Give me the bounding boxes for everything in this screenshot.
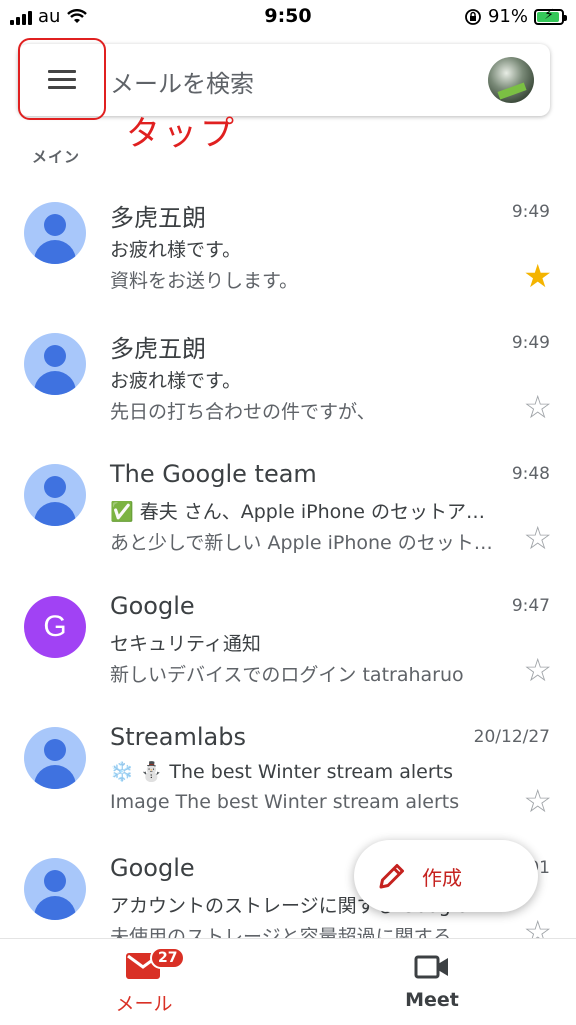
sender-avatar	[24, 202, 86, 264]
email-snippet: 資料をお送りします。	[110, 270, 299, 292]
pencil-icon	[379, 864, 404, 889]
email-time: 9:48	[511, 464, 550, 484]
email-subject: ✅ 春夫 さん、Apple iPhone のセットアップ	[110, 501, 500, 523]
email-time: 9:49	[511, 202, 550, 222]
status-right: 91% ⚡	[464, 6, 567, 27]
section-label: メイン	[32, 148, 81, 166]
compose-button[interactable]: 作成	[354, 840, 538, 912]
email-sender: 多虎五朗	[110, 204, 206, 232]
email-row[interactable]: 多虎五朗 9:49 お疲れ様です。 先日の打ち合わせの件ですが、 ☆	[0, 321, 576, 451]
email-row[interactable]: 多虎五朗 9:49 お疲れ様です。 資料をお送りします。 ★	[0, 190, 576, 320]
email-time: 20/12/27	[473, 727, 550, 747]
status-bar: au 9:50 91% ⚡	[0, 0, 576, 34]
email-sender: Google	[110, 854, 195, 882]
email-subject: ❄️ ⛄ The best Winter stream alerts	[110, 761, 453, 783]
email-snippet: Image The best Winter stream alerts	[110, 791, 460, 813]
star-outline-icon[interactable]: ☆	[523, 522, 552, 554]
tap-annotation: タップ	[126, 114, 237, 154]
sender-avatar	[24, 333, 86, 395]
email-row[interactable]: G Google 9:47 セキュリティ通知 新しいデバイスでのログイン tat…	[0, 584, 576, 714]
nav-mail[interactable]: 27 メール	[0, 939, 288, 1025]
compose-label: 作成	[422, 866, 462, 890]
star-outline-icon[interactable]: ☆	[523, 391, 552, 423]
email-snippet: 先日の打ち合わせの件ですが、	[110, 401, 376, 423]
email-sender: Streamlabs	[110, 723, 246, 751]
search-input[interactable]: メールを検索	[110, 64, 254, 99]
star-outline-icon[interactable]: ☆	[523, 654, 552, 686]
email-subject: お疲れ様です。	[110, 239, 242, 261]
battery-percent: 91%	[487, 6, 528, 27]
video-camera-icon	[414, 955, 448, 979]
bottom-nav: 27 メール Meet	[0, 938, 576, 1025]
nav-mail-label: メール	[115, 993, 173, 1015]
sender-avatar-letter: G	[24, 596, 86, 658]
sender-avatar	[24, 858, 86, 920]
email-snippet: あと少しで新しい Apple iPhone のセットアップ	[110, 532, 500, 554]
star-outline-icon[interactable]: ☆	[523, 785, 552, 817]
sender-avatar	[24, 727, 86, 789]
email-snippet: 新しいデバイスでのログイン tatraharuo	[110, 664, 464, 686]
email-row[interactable]: The Google team 9:48 ✅ 春夫 さん、Apple iPhon…	[0, 452, 576, 582]
nav-meet[interactable]: Meet	[288, 939, 576, 1025]
email-sender: 多虎五朗	[110, 335, 206, 363]
email-subject: お疲れ様です。	[110, 370, 242, 392]
search-bar[interactable]: メールを検索	[18, 38, 550, 120]
nav-meet-label: Meet	[405, 989, 459, 1011]
hamburger-icon	[48, 65, 76, 94]
email-row[interactable]: Streamlabs 20/12/27 ❄️ ⛄ The best Winter…	[0, 715, 576, 845]
email-time: 9:47	[511, 596, 550, 616]
sender-avatar	[24, 464, 86, 526]
email-subject: セキュリティ通知	[110, 633, 261, 655]
account-avatar[interactable]	[488, 57, 534, 103]
email-time: 9:49	[511, 333, 550, 353]
star-filled-icon[interactable]: ★	[523, 260, 552, 292]
mail-unread-badge: 27	[150, 947, 186, 969]
menu-button[interactable]	[18, 38, 106, 120]
email-sender: Google	[110, 592, 195, 620]
email-sender: The Google team	[110, 460, 317, 488]
battery-icon: ⚡	[534, 7, 567, 25]
orientation-lock-icon	[465, 8, 481, 25]
